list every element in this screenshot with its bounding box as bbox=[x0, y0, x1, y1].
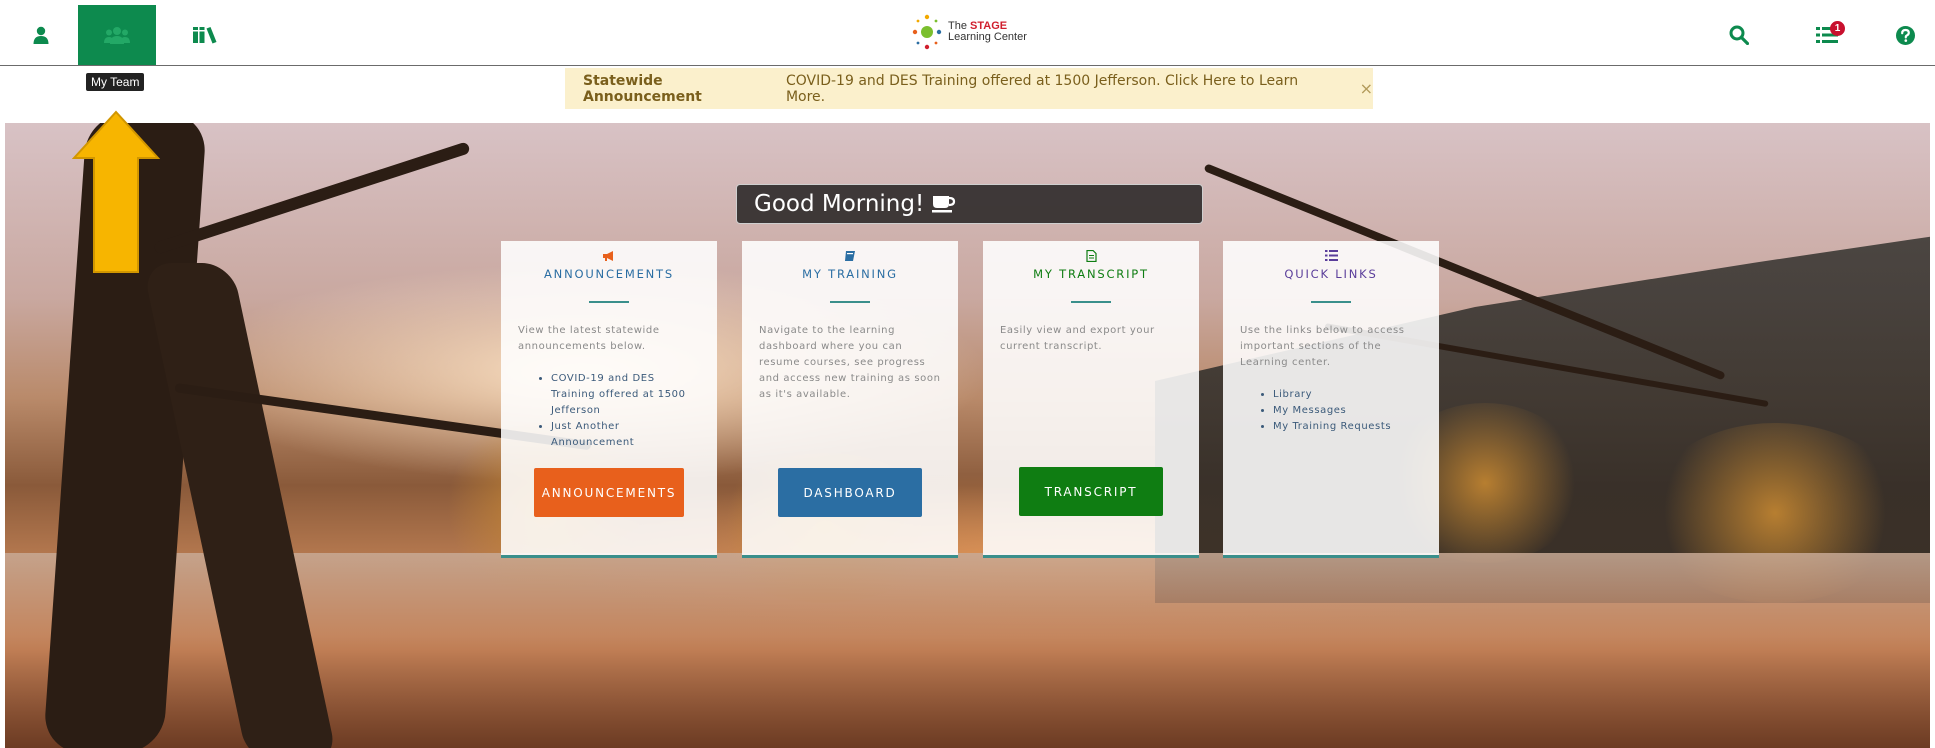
quick-links-list: Library My Messages My Training Requests bbox=[1223, 387, 1439, 435]
card-description: Navigate to the learning dashboard where… bbox=[759, 325, 941, 400]
logo-mark-icon bbox=[912, 14, 942, 50]
book-icon bbox=[742, 250, 958, 264]
top-navbar: The STAGE Learning Center 1 bbox=[0, 0, 1935, 66]
quick-link-training-requests[interactable]: My Training Requests bbox=[1273, 419, 1439, 435]
card-description: View the latest statewide announcements … bbox=[518, 325, 660, 352]
annotation-arrow bbox=[72, 110, 160, 273]
announcement-bar[interactable]: Statewide Announcement COVID-19 and DES … bbox=[565, 68, 1373, 109]
announcements-card: ANNOUNCEMENTS View the latest statewide … bbox=[501, 241, 717, 558]
stage-logo[interactable]: The STAGE Learning Center bbox=[912, 14, 1027, 50]
greeting-text: Good Morning! bbox=[754, 191, 925, 217]
tasks-icon-wrap: 1 bbox=[1816, 21, 1845, 44]
list-item[interactable]: COVID-19 and DES Training offered at 150… bbox=[551, 371, 699, 419]
search-button[interactable] bbox=[1700, 5, 1778, 65]
document-icon bbox=[983, 249, 1199, 264]
list-icon bbox=[1223, 250, 1439, 264]
announcements-button[interactable]: ANNOUNCEMENTS bbox=[534, 468, 684, 517]
my-training-card: MY TRAINING Navigate to the learning das… bbox=[742, 241, 958, 558]
announcement-list: COVID-19 and DES Training offered at 150… bbox=[501, 371, 717, 451]
quick-links-card: QUICK LINKS Use the links below to acces… bbox=[1223, 241, 1439, 558]
tasks-button[interactable]: 1 bbox=[1788, 5, 1866, 65]
list-item[interactable]: Just Another Announcement bbox=[551, 419, 699, 451]
card-title: ANNOUNCEMENTS bbox=[544, 267, 674, 281]
nav-library-button[interactable] bbox=[166, 5, 244, 65]
title-underline bbox=[830, 301, 870, 303]
nav-profile-button[interactable] bbox=[2, 5, 80, 65]
title-underline bbox=[1071, 301, 1111, 303]
card-description: Use the links below to access important … bbox=[1240, 325, 1405, 368]
dashboard-button[interactable]: DASHBOARD bbox=[778, 468, 922, 517]
card-title: QUICK LINKS bbox=[1284, 267, 1378, 281]
team-icon bbox=[104, 27, 130, 44]
quick-link-library[interactable]: Library bbox=[1273, 387, 1439, 403]
logo-text: The STAGE Learning Center bbox=[948, 21, 1027, 43]
card-description: Easily view and export your current tran… bbox=[1000, 325, 1155, 352]
title-underline bbox=[1311, 301, 1351, 303]
card-title: MY TRAINING bbox=[802, 267, 898, 281]
title-underline bbox=[589, 301, 629, 303]
my-team-tooltip: My Team bbox=[86, 73, 145, 91]
quick-link-messages[interactable]: My Messages bbox=[1273, 403, 1439, 419]
announcement-label: Statewide Announcement bbox=[583, 72, 702, 105]
notification-badge: 1 bbox=[1830, 21, 1845, 36]
announcement-text[interactable]: COVID-19 and DES Training offered at 150… bbox=[786, 73, 1330, 105]
logo-line2: Learning Center bbox=[948, 31, 1027, 43]
nav-my-team-button[interactable] bbox=[78, 5, 156, 65]
help-button[interactable] bbox=[1872, 5, 1935, 65]
help-icon bbox=[1895, 25, 1915, 45]
books-icon bbox=[193, 27, 217, 44]
coffee-cup-icon bbox=[932, 196, 956, 213]
my-transcript-card: MY TRANSCRIPT Easily view and export you… bbox=[983, 241, 1199, 558]
announcement-close-button[interactable]: × bbox=[1360, 79, 1373, 98]
search-icon bbox=[1729, 25, 1749, 45]
card-title: MY TRANSCRIPT bbox=[1033, 267, 1149, 281]
transcript-button[interactable]: TRANSCRIPT bbox=[1019, 467, 1163, 516]
user-icon bbox=[33, 26, 49, 44]
megaphone-icon bbox=[501, 250, 717, 264]
greeting-banner: Good Morning! bbox=[736, 184, 1203, 224]
